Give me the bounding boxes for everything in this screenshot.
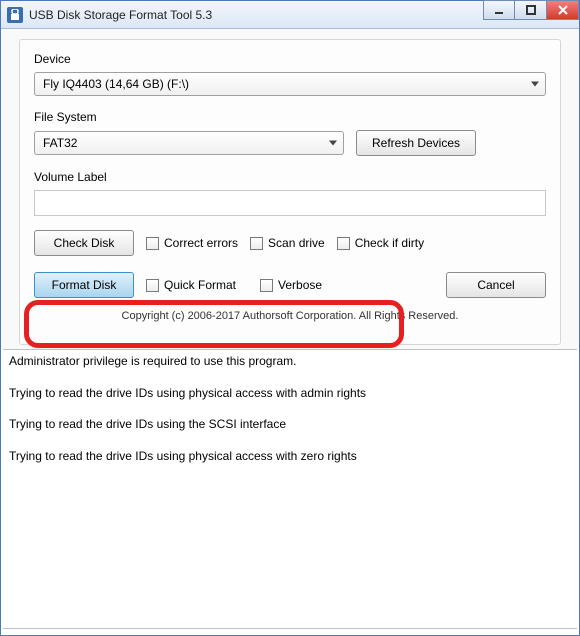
volume-label-label: Volume Label [34, 170, 546, 184]
copyright-text: Copyright (c) 2006-2017 Authorsoft Corpo… [34, 298, 546, 330]
verbose-label: Verbose [278, 278, 322, 292]
maximize-button[interactable] [515, 0, 547, 20]
scan-drive-checkbox[interactable]: Scan drive [250, 236, 325, 250]
format-disk-button[interactable]: Format Disk [34, 272, 134, 298]
quick-format-checkbox[interactable]: Quick Format [146, 278, 236, 292]
scan-drive-label: Scan drive [268, 236, 325, 250]
checkbox-icon [250, 237, 263, 250]
device-selected-value: Fly IQ4403 (14,64 GB) (F:\) [43, 77, 189, 91]
minimize-button[interactable] [483, 0, 515, 20]
device-label: Device [34, 52, 546, 66]
check-if-dirty-checkbox[interactable]: Check if dirty [337, 236, 424, 250]
log-line: Trying to read the drive IDs using physi… [9, 449, 571, 465]
log-line: Trying to read the drive IDs using the S… [9, 417, 571, 433]
device-select[interactable]: Fly IQ4403 (14,64 GB) (F:\) [34, 72, 546, 96]
main-panel: Device Fly IQ4403 (14,64 GB) (F:\) File … [19, 39, 561, 345]
app-window: USB Disk Storage Format Tool 5.3 Device … [0, 0, 580, 636]
check-if-dirty-label: Check if dirty [355, 236, 424, 250]
filesystem-select[interactable]: FAT32 [34, 131, 344, 155]
chevron-down-icon [329, 141, 337, 146]
volume-label-input[interactable] [34, 190, 546, 216]
verbose-checkbox[interactable]: Verbose [260, 278, 322, 292]
checkbox-icon [146, 237, 159, 250]
correct-errors-checkbox[interactable]: Correct errors [146, 236, 238, 250]
app-icon [7, 7, 23, 23]
close-button[interactable] [547, 0, 579, 20]
titlebar[interactable]: USB Disk Storage Format Tool 5.3 [1, 1, 579, 29]
log-line: Trying to read the drive IDs using physi… [9, 386, 571, 402]
refresh-devices-button[interactable]: Refresh Devices [356, 130, 476, 156]
log-output[interactable]: Administrator privilege is required to u… [3, 349, 577, 629]
checkbox-icon [337, 237, 350, 250]
quick-format-label: Quick Format [164, 278, 236, 292]
chevron-down-icon [531, 82, 539, 87]
filesystem-selected-value: FAT32 [43, 136, 77, 150]
log-line: Administrator privilege is required to u… [9, 354, 571, 370]
cancel-button[interactable]: Cancel [446, 272, 546, 298]
correct-errors-label: Correct errors [164, 236, 238, 250]
check-disk-button[interactable]: Check Disk [34, 230, 134, 256]
filesystem-label: File System [34, 110, 546, 124]
checkbox-icon [146, 279, 159, 292]
window-title: USB Disk Storage Format Tool 5.3 [29, 8, 483, 22]
checkbox-icon [260, 279, 273, 292]
